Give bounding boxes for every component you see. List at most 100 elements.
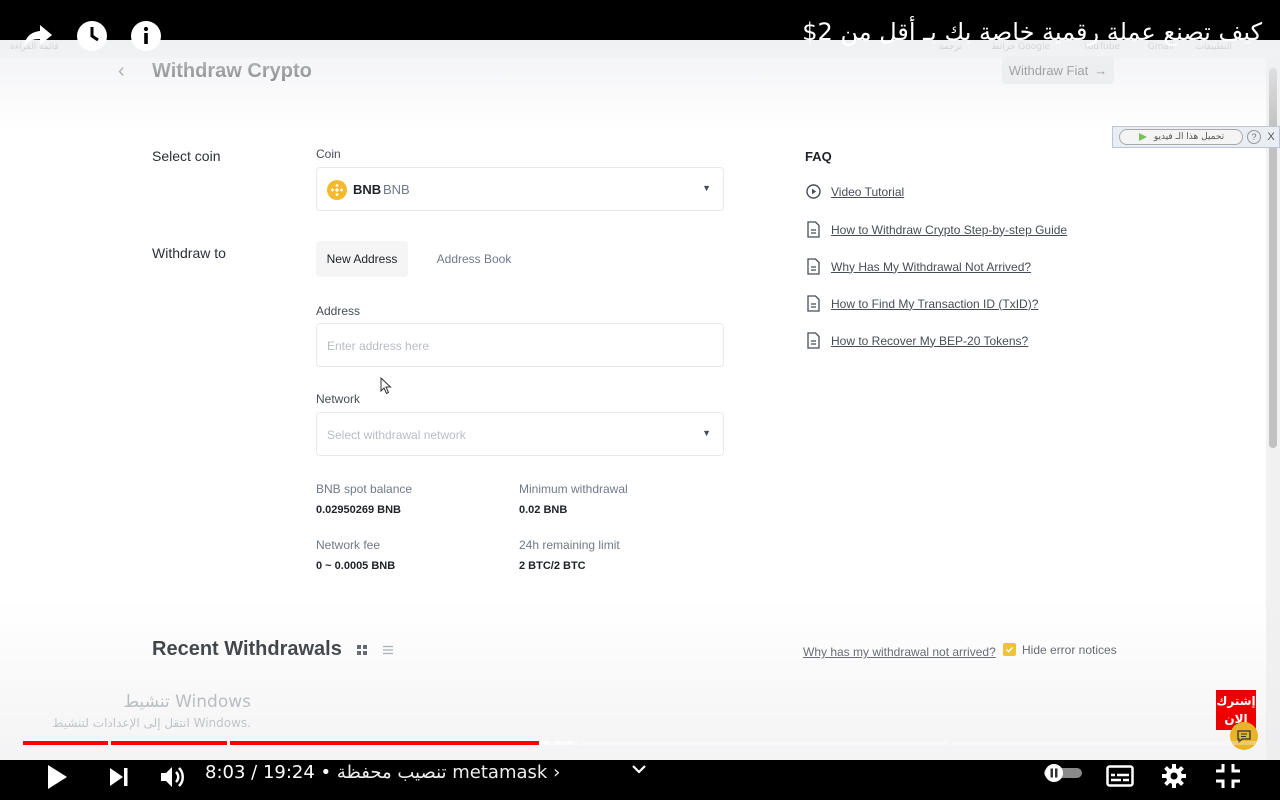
mute-button[interactable] <box>156 760 188 794</box>
faq-title: FAQ <box>805 149 832 164</box>
document-icon <box>807 258 820 275</box>
faq-link: Why Has My Withdrawal Not Arrived? <box>831 259 1032 274</box>
skip-next-icon <box>110 768 128 786</box>
close-icon: X <box>1267 131 1275 143</box>
spot-balance-label: BNB spot balance <box>316 482 413 496</box>
page-scrollbar <box>1266 58 1280 760</box>
faq-item-find-txid: How to Find My Transaction ID (TxID)? <box>806 295 1038 312</box>
video-title[interactable]: كيف تصنع عملة رقمية خاصة بك بـ أقل من 2$ <box>802 18 1262 46</box>
windows-activation-title: تنشيط Windows <box>123 692 251 712</box>
address-input: Enter address here <box>316 323 724 367</box>
faq-item-withdraw-guide: How to Withdraw Crypto Step-by-step Guid… <box>806 221 1067 238</box>
limit-value: 2 BTC/2 BTC <box>519 560 586 572</box>
faq-link: Video Tutorial <box>831 184 905 199</box>
faq-item-recover-bep20: How to Recover My BEP-20 Tokens? <box>806 332 1028 349</box>
min-withdrawal-label: Minimum withdrawal <box>519 482 628 496</box>
watch-later-icon[interactable] <box>74 18 110 54</box>
subtitles-icon <box>1106 765 1134 787</box>
play-icon <box>1138 133 1147 141</box>
progress-segment[interactable] <box>111 741 227 745</box>
player-controls: 8:03 / 19:24 • تنصيب محفظة metamask › <box>0 752 1280 800</box>
next-button[interactable] <box>104 760 134 794</box>
progress-segment[interactable] <box>230 741 551 745</box>
faq-link: How to Recover My BEP-20 Tokens? <box>831 333 1029 348</box>
limit-label: 24h remaining limit <box>519 538 620 552</box>
recent-withdrawals-title: Recent Withdrawals <box>152 638 342 660</box>
chevron-down-icon[interactable] <box>628 758 650 780</box>
download-video-bar: تحميل هذا الـ فيديو ? X <box>1112 126 1280 148</box>
document-icon <box>807 332 820 349</box>
download-label: تحميل هذا الـ فيديو <box>1153 132 1225 142</box>
exit-fullscreen-icon <box>1216 764 1240 788</box>
list-view-icon <box>383 645 393 655</box>
why-not-arrived-link: Why has my withdrawal not arrived? <box>803 645 996 659</box>
faq-item-not-arrived: Why Has My Withdrawal Not Arrived? <box>806 258 1031 275</box>
settings-button[interactable] <box>1158 760 1190 792</box>
coin-select: BNB BNB ▼ <box>316 167 724 211</box>
bnb-coin-icon <box>327 180 347 200</box>
progress-segment[interactable] <box>553 741 579 745</box>
chapter-separator: • <box>314 762 337 783</box>
network-select: Select withdrawal network ▼ <box>316 412 724 456</box>
min-withdrawal-value: 0.02 BNB <box>519 504 568 516</box>
withdraw-fiat-button: Withdraw Fiat → <box>1002 56 1114 84</box>
progress-segment[interactable] <box>581 741 949 745</box>
mouse-cursor-icon <box>380 377 392 395</box>
network-fee-label: Network fee <box>316 538 381 552</box>
progress-segment[interactable] <box>23 741 108 745</box>
play-circle-icon <box>806 184 821 199</box>
spot-balance-value: 0.02950269 BNB <box>316 504 402 516</box>
caret-down-icon: ▼ <box>702 183 711 193</box>
progress-segment[interactable] <box>952 741 1257 745</box>
exit-fullscreen-button[interactable] <box>1212 760 1244 792</box>
subscribe-line1: إشترك <box>1216 694 1256 708</box>
help-icon: ? <box>1247 130 1261 144</box>
chapter-title[interactable]: تنصيب محفظة metamask <box>337 762 547 783</box>
windows-activation-subtitle: انتقل إلى الإعدادات لتنشيط Windows. <box>52 716 251 730</box>
share-icon[interactable] <box>20 18 56 54</box>
tab-new-address: New Address <box>316 241 408 277</box>
faq-item-video-tutorial: Video Tutorial <box>806 184 904 199</box>
document-icon <box>807 221 820 238</box>
faq-link: How to Find My Transaction ID (TxID)? <box>831 296 1039 311</box>
caret-down-icon: ▼ <box>702 428 711 438</box>
duration: 19:24 <box>262 762 315 783</box>
document-icon <box>807 295 820 312</box>
select-coin-label: Select coin <box>152 148 221 164</box>
volume-icon <box>161 767 184 787</box>
page-title: Withdraw Crypto <box>152 60 312 82</box>
subtitles-button[interactable] <box>1104 760 1136 792</box>
coin-symbol: BNB <box>353 182 382 197</box>
play-icon <box>48 765 67 789</box>
chapter-arrow-icon: › <box>553 762 561 783</box>
download-video-button: تحميل هذا الـ فيديو <box>1119 129 1243 145</box>
network-label: Network <box>316 392 361 406</box>
withdraw-to-label: Withdraw to <box>152 245 226 261</box>
time-separator: / <box>245 762 263 783</box>
scrollbar-thumb <box>1269 68 1277 448</box>
info-icon[interactable] <box>128 18 164 54</box>
coin-name: BNB <box>383 182 410 197</box>
progress-bar[interactable] <box>23 741 1257 745</box>
hide-errors-checkbox <box>1003 643 1016 656</box>
faq-link: How to Withdraw Crypto Step-by-step Guid… <box>831 222 1068 237</box>
hide-errors-label: Hide error notices <box>1022 643 1117 657</box>
tab-address-book: Address Book <box>436 252 512 266</box>
address-placeholder: Enter address here <box>327 339 430 353</box>
address-label: Address <box>316 304 361 318</box>
grid-view-icon <box>357 645 367 655</box>
network-fee-value: 0 ~ 0.0005 BNB <box>316 560 396 572</box>
play-button[interactable] <box>40 760 74 794</box>
video-frame[interactable]: التطبيقات Gmail YouTube خرائط Google ترج… <box>0 0 1280 760</box>
withdraw-fiat-label: Withdraw Fiat <box>1008 62 1089 78</box>
gear-icon <box>1162 764 1186 788</box>
autoplay-toggle[interactable] <box>1042 762 1084 784</box>
player-top-bar: كيف تصنع عملة رقمية خاصة بك بـ أقل من 2$ <box>0 0 1280 51</box>
current-time: 8:03 <box>205 762 246 783</box>
arrow-right-icon: → <box>1094 62 1108 78</box>
coin-field-label: Coin <box>316 147 341 161</box>
chat-icon[interactable] <box>1230 722 1258 750</box>
time-display: 8:03 / 19:24 • تنصيب محفظة metamask › <box>205 762 560 783</box>
network-placeholder: Select withdrawal network <box>327 428 466 442</box>
check-icon <box>1005 646 1014 653</box>
